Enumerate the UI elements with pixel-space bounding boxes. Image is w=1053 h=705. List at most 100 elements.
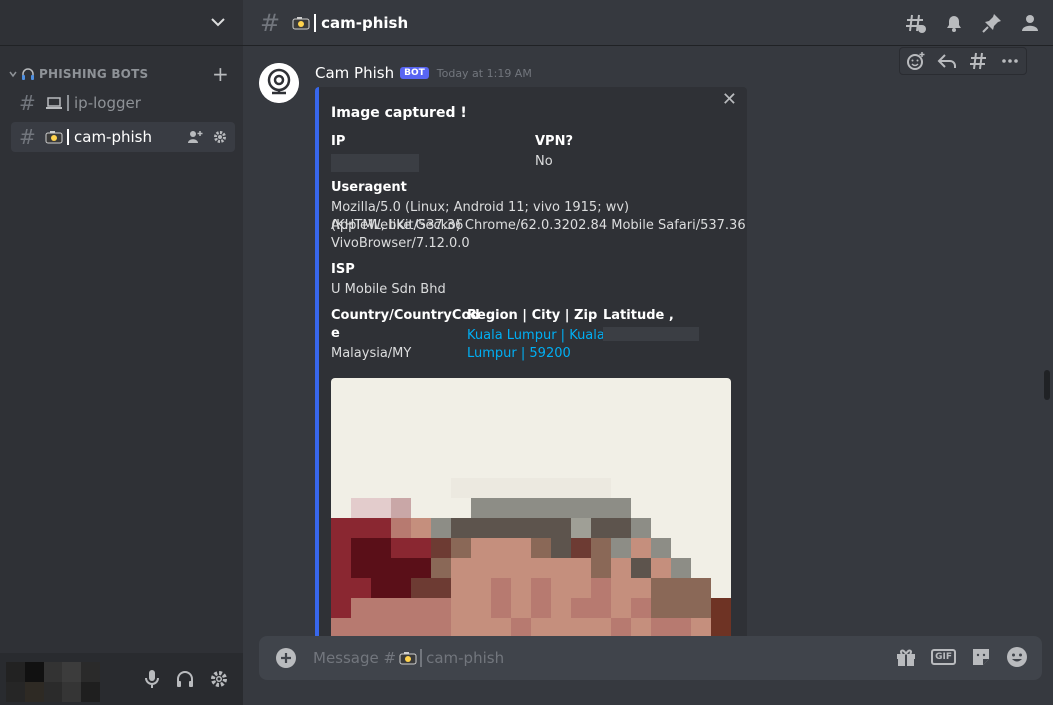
pixel-cell — [431, 558, 451, 578]
gif-button[interactable]: GIF — [931, 649, 956, 665]
field-country-label: Country/CountryCod — [331, 308, 480, 323]
pixel-cell — [331, 518, 351, 538]
pixel-cell — [331, 598, 351, 618]
hash-icon: # — [19, 91, 36, 115]
field-region-label: Region | City | Zip — [467, 308, 598, 323]
pixel-cell — [531, 498, 551, 518]
pixel-cell — [371, 498, 391, 518]
pixel-cell — [591, 578, 611, 598]
more-icon[interactable] — [1000, 51, 1020, 71]
add-reaction-icon[interactable] — [906, 51, 926, 71]
pixel-cell — [691, 478, 711, 498]
pixelated-face — [331, 478, 731, 637]
field-isp-value: U Mobile Sdn Bhd — [331, 282, 446, 297]
pixel-cell — [471, 518, 491, 538]
bell-icon[interactable] — [943, 12, 965, 34]
pin-icon[interactable] — [981, 12, 1003, 34]
author-name[interactable]: Cam Phish — [315, 64, 394, 82]
pixel-cell — [371, 478, 391, 498]
pixel-cell — [511, 618, 531, 637]
mic-icon[interactable] — [143, 669, 161, 689]
field-region-link[interactable]: Kuala Lumpur | Kuala — [467, 327, 605, 345]
pixel-cell — [711, 498, 731, 518]
create-channel-plus-icon[interactable]: + — [212, 64, 229, 84]
message-input[interactable]: Message # cam-phish — [313, 649, 504, 667]
pixel-cell — [611, 538, 631, 558]
chevron-down-icon[interactable] — [209, 13, 227, 31]
pixel-cell — [691, 518, 711, 538]
channel-cam-phish[interactable]: # cam-phish — [11, 122, 235, 152]
threads-icon[interactable] — [905, 12, 927, 34]
pixel-cell — [431, 518, 451, 538]
discord-app: PHISHING BOTS + # ip-logger # cam-phish — [0, 0, 1053, 705]
user-panel — [0, 653, 243, 705]
gear-icon[interactable] — [213, 130, 227, 144]
pixel-cell — [371, 578, 391, 598]
pixel-cell — [671, 558, 691, 578]
bot-avatar-camera-icon[interactable] — [259, 63, 299, 103]
pixel-cell — [471, 538, 491, 558]
message-timestamp: Today at 1:19 AM — [436, 66, 532, 80]
embed-card: ✕ Image captured ! IP VPN? No Useragent … — [315, 87, 747, 637]
field-region-link[interactable]: Lumpur | 59200 — [467, 345, 571, 363]
pixel-cell — [571, 478, 591, 498]
channel-header: # cam-phish — [243, 0, 1053, 46]
pixel-cell — [551, 498, 571, 518]
plus-circle-icon[interactable] — [275, 647, 297, 669]
add-member-icon[interactable] — [187, 130, 203, 144]
pixel-cell — [391, 538, 411, 558]
pixel-cell — [391, 498, 411, 518]
field-country-label-wrap: e — [331, 326, 340, 341]
pixel-cell — [611, 618, 631, 637]
pixel-cell — [431, 478, 451, 498]
category-header[interactable]: PHISHING BOTS + — [8, 64, 229, 84]
message-list: Cam Phish BOT Today at 1:19 AM ✕ Image c… — [243, 47, 1043, 637]
gift-icon[interactable] — [895, 646, 917, 668]
pixel-cell — [411, 618, 431, 637]
pixel-cell — [471, 578, 491, 598]
headphones-icon[interactable] — [175, 669, 195, 689]
placeholder-prefix: Message # — [313, 649, 397, 667]
pixel-cell — [711, 478, 731, 498]
pixel-cell — [471, 558, 491, 578]
channel-ip-logger[interactable]: # ip-logger — [11, 88, 235, 118]
pixel-cell — [711, 578, 731, 598]
pixel-cell — [411, 498, 431, 518]
sticker-icon[interactable] — [970, 646, 992, 668]
chat-scrollbar[interactable] — [1044, 370, 1050, 400]
reply-icon[interactable] — [937, 51, 957, 71]
pixel-cell — [651, 618, 671, 637]
avatar[interactable] — [6, 662, 100, 702]
divider-bar — [67, 95, 69, 111]
pixel-cell — [431, 538, 451, 558]
pixel-cell — [391, 598, 411, 618]
pixel-cell — [651, 518, 671, 538]
pixel-cell — [591, 538, 611, 558]
pixel-cell — [511, 578, 531, 598]
pixel-cell — [631, 498, 651, 518]
field-country-value: Malaysia/MY — [331, 346, 412, 361]
pixel-cell — [351, 598, 371, 618]
pixel-cell — [631, 538, 651, 558]
pixel-cell — [571, 618, 591, 637]
camera-icon — [45, 131, 63, 144]
pixel-cell — [531, 578, 551, 598]
pixel-cell — [331, 498, 351, 518]
pixel-cell — [611, 478, 631, 498]
members-icon[interactable] — [1019, 12, 1041, 34]
close-icon[interactable]: ✕ — [722, 89, 737, 110]
pixel-cell — [471, 598, 491, 618]
pixel-cell — [551, 558, 571, 578]
threads-icon[interactable] — [969, 51, 989, 71]
page-title: cam-phish — [321, 13, 409, 32]
placeholder-channel: cam-phish — [426, 649, 505, 667]
message-composer[interactable]: Message # cam-phish GIF — [259, 636, 1042, 680]
emoji-icon[interactable] — [1006, 646, 1028, 668]
captured-image[interactable] — [331, 378, 731, 637]
message-toolbar — [899, 47, 1027, 75]
server-header[interactable] — [0, 0, 243, 46]
pixel-cell — [431, 578, 451, 598]
field-useragent-line: (KHTML, like Gecko) Chrome/62.0.3202.84 … — [331, 218, 746, 233]
gear-icon[interactable] — [209, 669, 229, 689]
pixel-cell — [671, 498, 691, 518]
